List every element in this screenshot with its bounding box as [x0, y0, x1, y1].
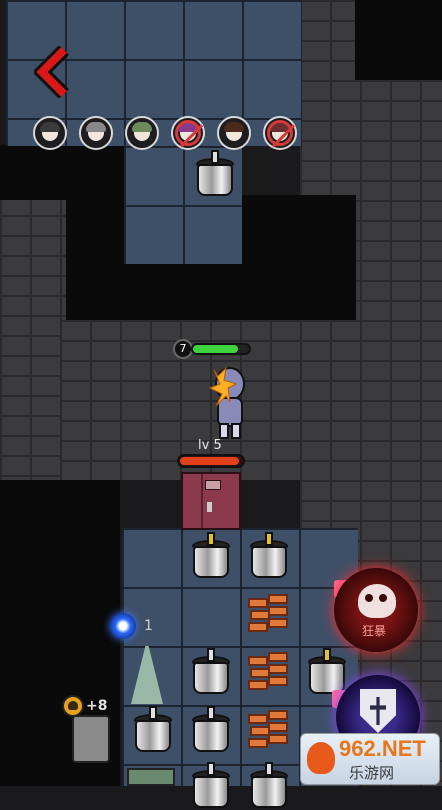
eliminated-icon — [267, 120, 293, 146]
bucket-turret[interactable] — [194, 150, 236, 198]
rage-label: 狂暴 — [362, 624, 387, 638]
player-health-fill — [193, 345, 238, 353]
survivor-list — [33, 116, 297, 150]
bucket-turret[interactable] — [248, 532, 290, 580]
survivor-avatar-2[interactable] — [79, 116, 113, 150]
skull-counter: +8 — [62, 695, 107, 717]
door-health-fill — [180, 457, 239, 465]
bed[interactable] — [72, 715, 110, 763]
survivor-avatar-1[interactable] — [33, 116, 67, 150]
blue-coin-icon — [110, 613, 136, 639]
survivor-avatar-5[interactable] — [217, 116, 251, 150]
door[interactable] — [181, 472, 241, 530]
watermark-logo — [307, 742, 335, 774]
bucket-turret[interactable] — [190, 648, 232, 696]
shield-icon — [360, 689, 396, 733]
survivor-avatar-6[interactable] — [263, 116, 297, 150]
bucket-turret[interactable] — [306, 648, 348, 696]
player-level: 7 — [173, 339, 193, 359]
void-left — [0, 145, 125, 200]
brick-stack[interactable] — [246, 708, 290, 756]
bucket-turret[interactable] — [190, 762, 232, 810]
skull-count: +8 — [86, 698, 108, 714]
player-character[interactable] — [196, 362, 256, 442]
bucket-turret[interactable] — [132, 706, 174, 754]
door-health-bar — [177, 454, 245, 468]
skull-icon — [358, 584, 396, 618]
skull-coin-icon — [62, 695, 84, 717]
blue-coin-count: 1 — [144, 618, 153, 634]
survivor-avatar-4[interactable] — [171, 116, 205, 150]
bucket-turret[interactable] — [190, 532, 232, 580]
survivor-avatar-3[interactable] — [125, 116, 159, 150]
brick-stack[interactable] — [246, 592, 290, 640]
rage-ability-button[interactable]: 狂暴 — [334, 568, 418, 652]
void-top-right — [355, 0, 442, 80]
back-button[interactable] — [34, 46, 74, 98]
watermark-brand: 962.NET — [339, 736, 426, 761]
watermark-subtitle: 乐游网 — [349, 764, 395, 782]
door-level-label: lv 5 — [198, 438, 222, 453]
blue-coin-counter: 1 — [110, 613, 153, 639]
bucket-turret[interactable] — [248, 762, 290, 810]
wrench-icon[interactable] — [127, 768, 175, 786]
brick-stack[interactable] — [246, 650, 290, 698]
watermark: 962.NET 乐游网 — [300, 733, 440, 785]
eliminated-icon — [175, 120, 201, 146]
bucket-turret[interactable] — [190, 706, 232, 754]
player-health-bar: 7 — [173, 339, 253, 359]
